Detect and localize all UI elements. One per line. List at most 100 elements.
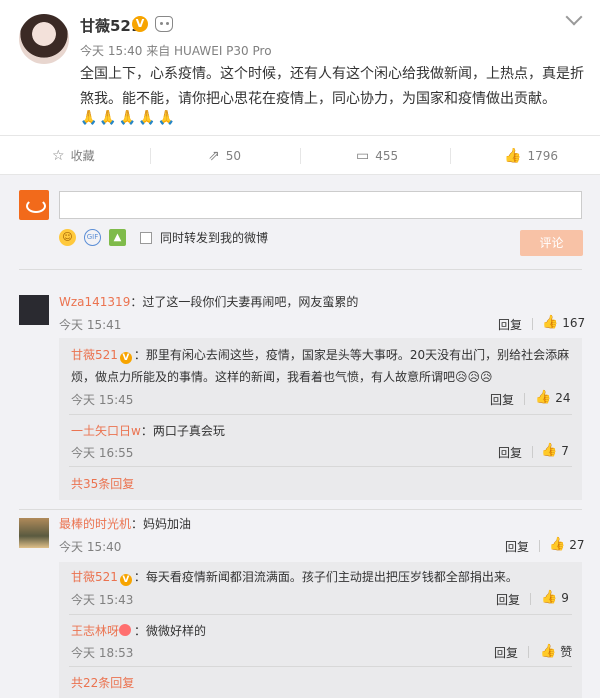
post-emojis: 🙏🙏🙏🙏🙏 — [80, 110, 178, 126]
like-count: 1796 — [527, 149, 558, 163]
sub-reply-content: ：那里有闲心去闹这些，疫情，国家是头等大事呀。20天没有出门，别给社会添麻烦，做… — [71, 348, 570, 384]
sub-replies-box: 甘薇521 V ：那里有闲心去闹这些，疫情，国家是头等大事呀。20天没有出门，别给社… — [59, 338, 582, 500]
thumbs-up-icon: 👍 — [540, 644, 557, 659]
repost-count: 50 — [225, 149, 242, 163]
sub-reply-text: 王志林呀 ：微微好样的 — [71, 620, 206, 642]
comment-section: ☺ GIF ▲ 同时转发到我的微博 评论 Wza141319：过了这一段你们夫妻… — [0, 175, 600, 698]
divider — [539, 540, 540, 552]
reply-button[interactable]: 回复 — [498, 316, 522, 333]
divider — [69, 666, 572, 667]
comment-text: ：过了这一段你们夫妻再闹吧，网友蛮累的 — [130, 295, 359, 309]
verified-badge-icon: V — [132, 16, 148, 32]
composer-tools: ☺ GIF ▲ 同时转发到我的微博 — [59, 229, 268, 246]
commenter-avatar[interactable] — [19, 518, 49, 548]
action-divider — [150, 148, 151, 164]
comment-count: 455 — [375, 149, 399, 163]
post-text: 全国上下，心系疫情。这个时候，还有人有这个闲心给我做新闻，上热点，真是折煞我。能… — [80, 66, 584, 107]
action-divider — [450, 148, 451, 164]
favorite-button[interactable]: ☆ 收藏 — [52, 136, 95, 176]
comment-time: 今天 15:41 — [59, 318, 122, 332]
sub-reply-time: 今天 15:43 — [71, 593, 134, 607]
comment-button[interactable]: ▭ 455 — [356, 136, 398, 176]
commenter-name[interactable]: 最棒的时光机 — [59, 517, 131, 531]
sub-reply-text: 甘薇521 V ：那里有闲心去闹这些，疫情，国家是头等大事呀。20天没有出门，别给社… — [71, 344, 571, 388]
divider — [69, 466, 572, 467]
reply-button[interactable]: 回复 — [505, 538, 529, 555]
sub-reply-content: ：两口子真会玩 — [140, 424, 225, 438]
thumbs-up-icon: 👍 — [541, 590, 558, 605]
emoji-icon[interactable]: ☺ — [59, 229, 76, 246]
commenter-name[interactable]: Wza141319 — [59, 295, 130, 309]
weibo-post: 甘薇521 V 今天 15:40 来自 HUAWEI P30 Pro 全国上下，… — [0, 0, 600, 135]
post-meta: 今天 15:40 来自 HUAWEI P30 Pro — [80, 44, 272, 58]
reply-button[interactable]: 回复 — [496, 591, 520, 608]
sub-reply-text: 一土矢口日w：两口子真会玩 — [71, 420, 225, 442]
post-action-bar: ☆ 收藏 ⇗ 50 ▭ 455 👍 1796 — [0, 135, 600, 175]
divider — [524, 393, 525, 405]
comment-input[interactable] — [59, 191, 582, 219]
repost-icon: ⇗ — [208, 148, 220, 164]
sync-repost-checkbox[interactable] — [140, 231, 152, 244]
chevron-down-icon[interactable] — [565, 8, 583, 26]
sub-reply-like-button[interactable]: 👍 9 — [541, 590, 569, 605]
comment-like-button[interactable]: 👍 27 — [549, 537, 584, 552]
sub-reply-time: 今天 15:45 — [71, 393, 134, 407]
comment-icon: ▭ — [356, 148, 370, 164]
thumbs-up-icon: 👍 — [549, 537, 566, 552]
sub-reply-author[interactable]: 一土矢口日w — [71, 424, 141, 438]
comment-time: 今天 15:40 — [59, 540, 122, 554]
thumbs-up-icon: 👍 — [535, 390, 552, 405]
sub-reply-emojis: 😥😥😥 — [455, 370, 493, 384]
comment-like-count: 167 — [562, 315, 586, 330]
sub-reply-content: ：每天看疫情新闻都泪流满面。孩子们主动提出把压岁钱都全部捐出来。 — [133, 570, 518, 584]
thumbs-up-icon: 👍 — [542, 315, 559, 330]
comment-text: ：妈妈加油 — [131, 517, 192, 531]
divider — [69, 414, 572, 415]
verified-badge-icon: V — [119, 352, 132, 364]
sub-reply-time: 今天 18:53 — [71, 646, 134, 660]
verified-badge-icon: V — [119, 574, 132, 586]
sub-reply-like-count: 9 — [561, 590, 569, 605]
more-replies-link[interactable]: 共35条回复 — [71, 475, 134, 492]
sub-reply-like-count: 7 — [561, 443, 569, 458]
flower-badge-icon — [119, 624, 132, 636]
comment-line: Wza141319：过了这一段你们夫妻再闹吧，网友蛮累的 — [59, 293, 358, 310]
commenter-avatar[interactable] — [19, 295, 49, 325]
sub-reply-like-button[interactable]: 👍 7 — [541, 443, 569, 458]
comment-line: 最棒的时光机：妈妈加油 — [59, 515, 191, 532]
sub-reply-like-button[interactable]: 👍 赞 — [540, 643, 572, 660]
sub-reply-time: 今天 16:55 — [71, 446, 134, 460]
like-button[interactable]: 👍 1796 — [504, 136, 558, 176]
gif-icon[interactable]: GIF — [84, 229, 101, 246]
thumbs-up-icon: 👍 — [504, 148, 522, 164]
member-pet-icon[interactable] — [155, 16, 173, 32]
divider — [19, 509, 582, 510]
author-avatar[interactable] — [19, 14, 69, 64]
more-replies-link[interactable]: 共22条回复 — [71, 674, 134, 691]
reply-button[interactable]: 回复 — [494, 644, 518, 661]
sub-reply-like-count: 24 — [555, 390, 571, 405]
star-icon: ☆ — [52, 148, 65, 164]
sub-reply-author[interactable]: 甘薇521 — [71, 570, 118, 584]
repost-button[interactable]: ⇗ 50 — [208, 136, 241, 176]
sub-reply-like-button[interactable]: 👍 24 — [535, 390, 570, 405]
sub-reply-author[interactable]: 王志林呀 — [71, 624, 119, 638]
sub-reply-author[interactable]: 甘薇521 — [71, 348, 118, 362]
sub-reply-content: ：微微好样的 — [134, 624, 207, 638]
divider — [528, 646, 529, 658]
sub-reply-text: 甘薇521 V ：每天看疫情新闻都泪流满面。孩子们主动提出把压岁钱都全部捐出来。 — [71, 566, 518, 588]
comment-like-button[interactable]: 👍 167 — [542, 315, 585, 330]
divider — [530, 593, 531, 605]
divider — [532, 318, 533, 330]
reply-button[interactable]: 回复 — [490, 391, 514, 408]
sync-repost-label: 同时转发到我的微博 — [160, 231, 269, 245]
submit-comment-button[interactable]: 评论 — [520, 230, 583, 256]
favorite-label: 收藏 — [70, 149, 95, 163]
reply-button[interactable]: 回复 — [498, 444, 522, 461]
divider — [69, 614, 572, 615]
thumbs-up-icon: 👍 — [541, 443, 558, 458]
divider — [19, 269, 582, 270]
image-icon[interactable]: ▲ — [109, 229, 126, 246]
current-user-avatar — [19, 190, 49, 220]
action-divider — [300, 148, 301, 164]
